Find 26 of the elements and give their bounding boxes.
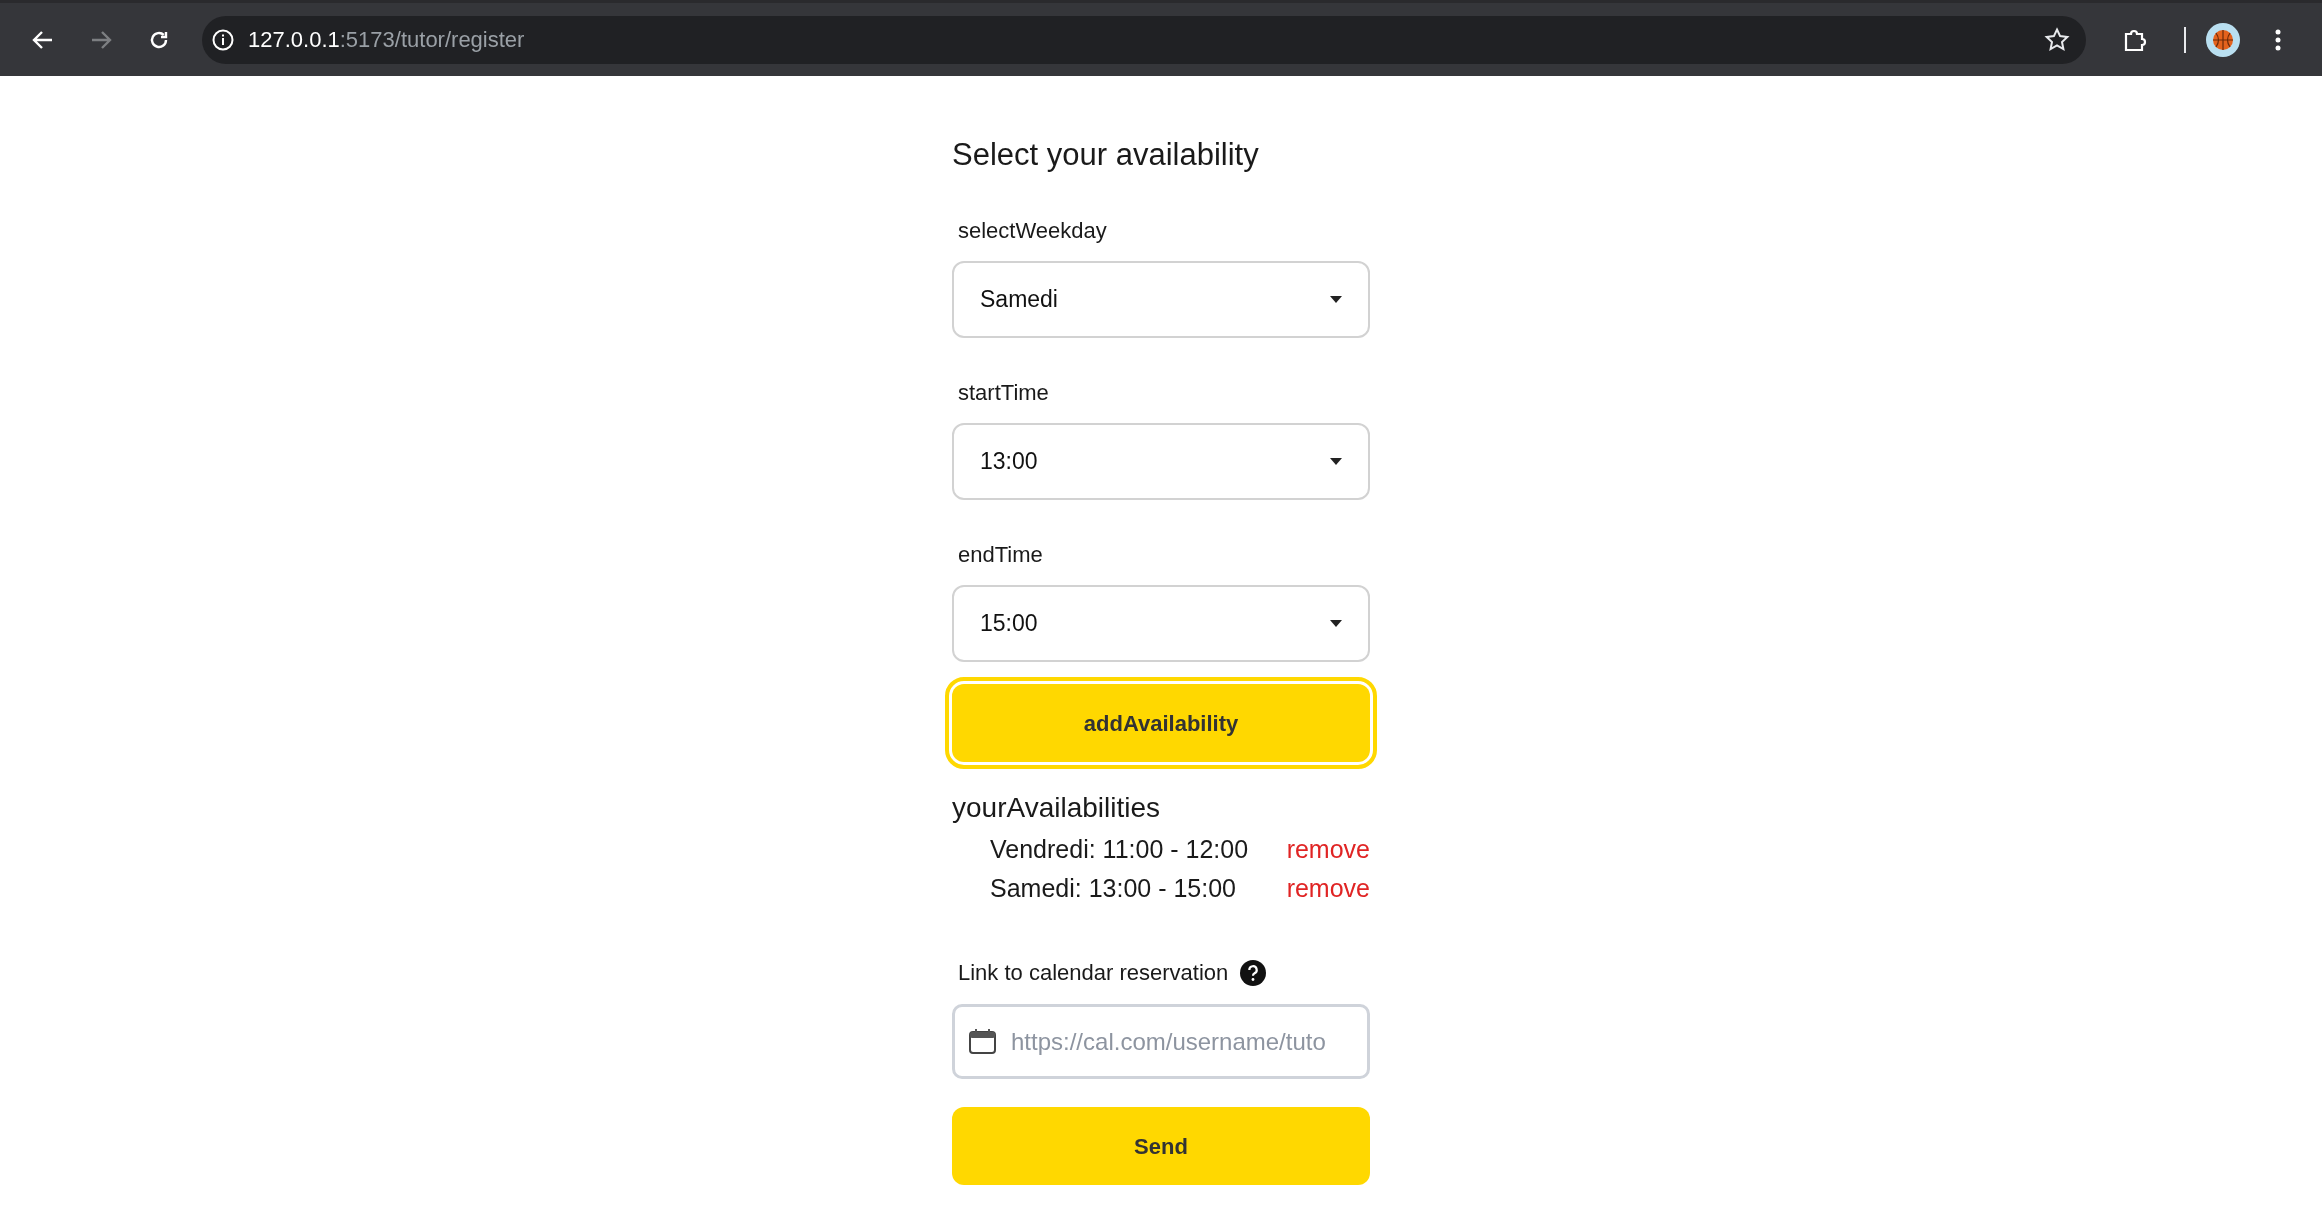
calendar-link-field[interactable]: https://cal.com/username/tuto (952, 1004, 1370, 1079)
send-button[interactable]: Send (952, 1107, 1370, 1185)
availability-item: Vendredi: 11:00 - 12:00 (990, 834, 1249, 865)
section-heading: yourAvailabilities (952, 792, 1162, 824)
field-label: Link to calendar reservation (958, 960, 1229, 986)
field-label: selectWeekday (957, 218, 1108, 244)
field-label: endTime (957, 542, 1044, 568)
form-title: Select your availability (952, 138, 1260, 172)
availability-item: Samedi: 13:00 - 15:00 (990, 873, 1236, 904)
info-icon[interactable] (212, 28, 234, 51)
url-text: 127.0.0.1:5173/tutor/register (248, 26, 526, 54)
select-field[interactable]: 13:00 (952, 423, 1370, 500)
menu-icon[interactable] (2275, 27, 2281, 52)
help-icon[interactable] (1240, 960, 1267, 986)
address-bar[interactable]: 127.0.0.1:5173/tutor/register (202, 15, 2086, 64)
remove-link[interactable]: remove (1286, 869, 1370, 908)
caret-icon (1330, 620, 1342, 627)
field-label: startTime (957, 380, 1050, 406)
star-icon[interactable] (2044, 26, 2070, 53)
back-icon[interactable] (32, 28, 54, 51)
avatar-icon[interactable] (2206, 22, 2240, 57)
caret-icon (1330, 296, 1342, 303)
select-field[interactable]: 15:00 (952, 585, 1370, 662)
caret-icon (1330, 458, 1342, 465)
remove-link[interactable]: remove (1286, 830, 1370, 869)
select-field[interactable]: Samedi (952, 261, 1370, 338)
